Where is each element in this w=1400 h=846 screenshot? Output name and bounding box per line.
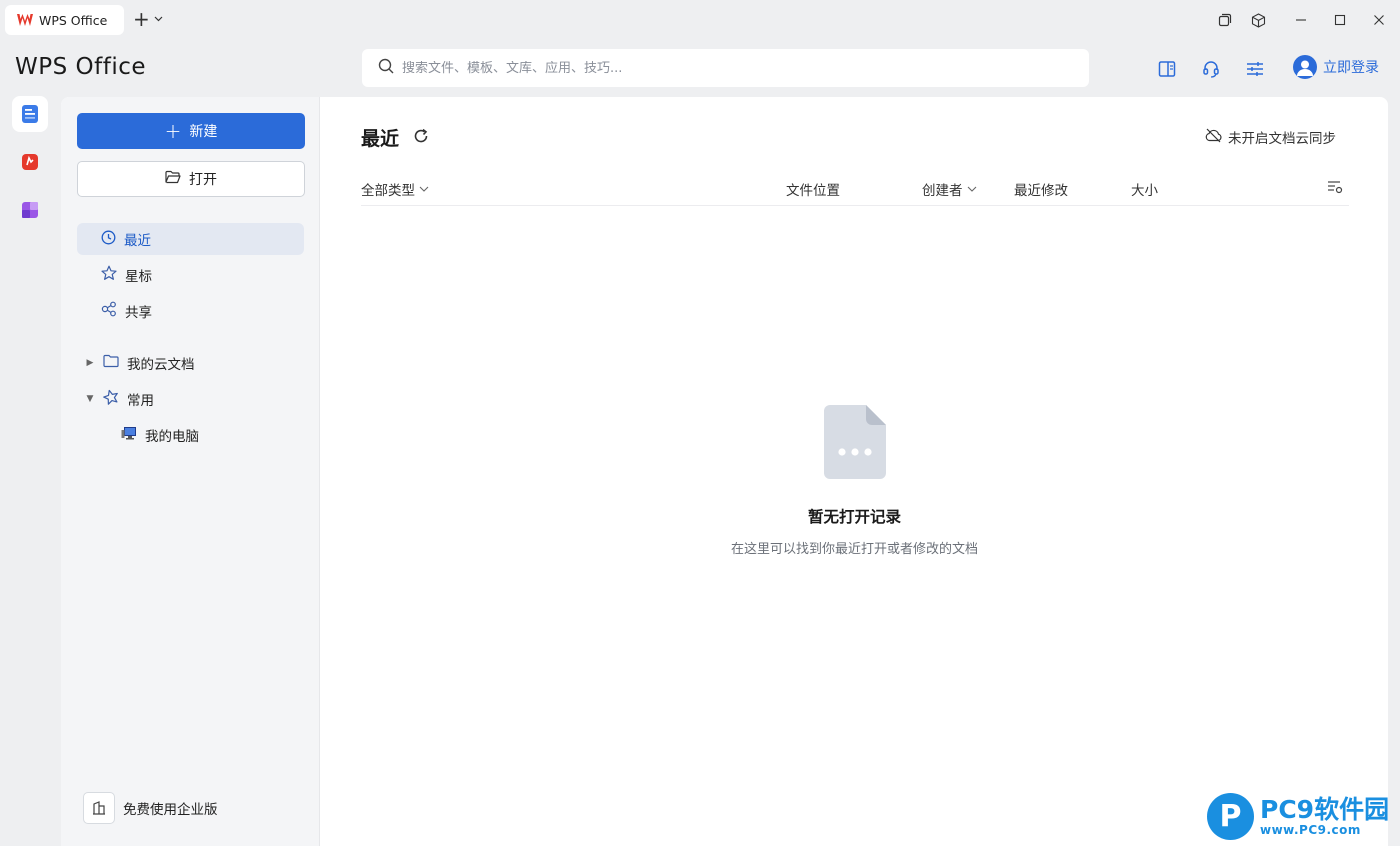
plus-icon: + (164, 119, 182, 143)
sidebar-item-starred[interactable]: 星标 (77, 259, 304, 291)
header-divider (361, 205, 1349, 206)
folder-open-icon (165, 170, 181, 188)
plus-icon: + (133, 7, 150, 31)
rail-documents-button[interactable] (12, 96, 48, 132)
content-area: 最近 未开启文档云同步 全部类型 文件位置 创建者 最近修改 大小 暂无打开记录… (321, 97, 1388, 846)
sidebar-item-label: 共享 (125, 305, 152, 321)
cloud-sync-label: 未开启文档云同步 (1228, 131, 1336, 147)
building-icon (83, 792, 115, 824)
enterprise-trial-button[interactable]: 免费使用企业版 (83, 792, 218, 824)
open-button[interactable]: 打开 (77, 161, 305, 197)
enterprise-label: 免费使用企业版 (123, 802, 218, 818)
column-header-type: 全部类型 (361, 183, 415, 199)
refresh-icon[interactable] (411, 126, 431, 146)
caret-down-icon[interactable]: ▼ (85, 394, 95, 404)
empty-state-subtitle: 在这里可以找到你最近打开或者修改的文档 (730, 542, 978, 557)
filter-creator-dropdown[interactable]: 创建者 (922, 179, 977, 199)
cloud-sync-status[interactable]: 未开启文档云同步 (1205, 127, 1336, 147)
new-tab-button[interactable]: + (133, 9, 163, 29)
sidebar-item-label: 最近 (124, 233, 151, 249)
login-label: 立即登录 (1323, 60, 1379, 76)
column-header-size[interactable]: 大小 (1131, 179, 1158, 199)
tree-item-label: 我的电脑 (145, 429, 199, 445)
watermark-text: PC9软件园 (1260, 794, 1390, 824)
watermark-url: www.PC9.com (1260, 822, 1361, 837)
app-brand: WPS Office (15, 54, 147, 80)
new-button[interactable]: + 新建 (77, 113, 305, 149)
headset-support-icon[interactable] (1199, 57, 1223, 81)
settings-sliders-icon[interactable] (1243, 57, 1267, 81)
minimize-icon[interactable] (1291, 10, 1311, 30)
title-bar: WPS Office + (0, 0, 1400, 40)
empty-state (321, 405, 1388, 483)
tree-item-label: 我的云文档 (127, 357, 195, 373)
watermark: P PC9软件园 www.PC9.com (1207, 793, 1389, 840)
rail-pdf-button[interactable] (12, 144, 48, 180)
login-button[interactable]: 立即登录 (1293, 55, 1379, 79)
column-header-modified[interactable]: 最近修改 (1014, 179, 1068, 199)
new-button-label: 新建 (189, 124, 218, 140)
layout-panel-icon[interactable] (1155, 57, 1179, 81)
sidebar-item-label: 星标 (125, 269, 152, 285)
filter-type-dropdown[interactable]: 全部类型 (361, 179, 429, 199)
pdf-app-icon (22, 154, 38, 170)
search-icon (378, 58, 394, 78)
sidebar-item-shared[interactable]: 共享 (77, 295, 304, 327)
star-icon (101, 265, 117, 285)
tab-wps-office[interactable]: WPS Office (5, 5, 124, 35)
pin-icon (103, 389, 119, 409)
apps-grid-icon (22, 202, 38, 218)
maximize-icon[interactable] (1330, 10, 1350, 30)
cube-icon[interactable] (1248, 10, 1268, 30)
sidebar: + 新建 打开 最近 星标 共享 ▶ 我的云文档 ▼ 常用 我的电脑 免费使用企… (61, 97, 320, 846)
chevron-down-icon (419, 181, 429, 197)
clock-icon (101, 230, 116, 249)
avatar-icon (1293, 55, 1317, 79)
column-settings-icon[interactable] (1327, 179, 1343, 195)
folder-icon (103, 354, 119, 372)
column-header-creator: 创建者 (922, 183, 963, 199)
open-button-label: 打开 (189, 172, 217, 188)
tab-label: WPS Office (39, 12, 108, 28)
pc9-logo-icon: P (1207, 793, 1254, 840)
tree-item-label: 常用 (127, 393, 154, 409)
wps-logo-icon (17, 14, 33, 26)
main-card: + 新建 打开 最近 星标 共享 ▶ 我的云文档 ▼ 常用 我的电脑 免费使用企… (61, 97, 1388, 846)
tree-item-my-computer[interactable]: 我的电脑 (121, 421, 199, 449)
search-bar[interactable] (362, 49, 1089, 87)
rail-apps-button[interactable] (12, 192, 48, 228)
cloud-off-icon (1205, 128, 1222, 147)
window-restore-icon[interactable] (1215, 10, 1235, 30)
empty-document-icon (823, 405, 886, 479)
sidebar-item-recent[interactable]: 最近 (77, 223, 304, 255)
caret-right-icon[interactable]: ▶ (85, 358, 95, 368)
tree-item-frequent[interactable]: ▼ 常用 (85, 385, 154, 413)
share-icon (101, 301, 117, 321)
document-icon (22, 105, 38, 123)
close-icon[interactable] (1369, 10, 1389, 30)
chevron-down-icon (967, 181, 977, 197)
column-header-location: 文件位置 (786, 183, 840, 199)
empty-state-title: 暂无打开记录 (807, 508, 901, 526)
tree-item-my-cloud-docs[interactable]: ▶ 我的云文档 (85, 349, 195, 377)
computer-icon (121, 426, 137, 444)
page-title: 最近 (361, 128, 400, 150)
chevron-down-icon (154, 14, 163, 25)
search-input[interactable] (402, 60, 1042, 76)
